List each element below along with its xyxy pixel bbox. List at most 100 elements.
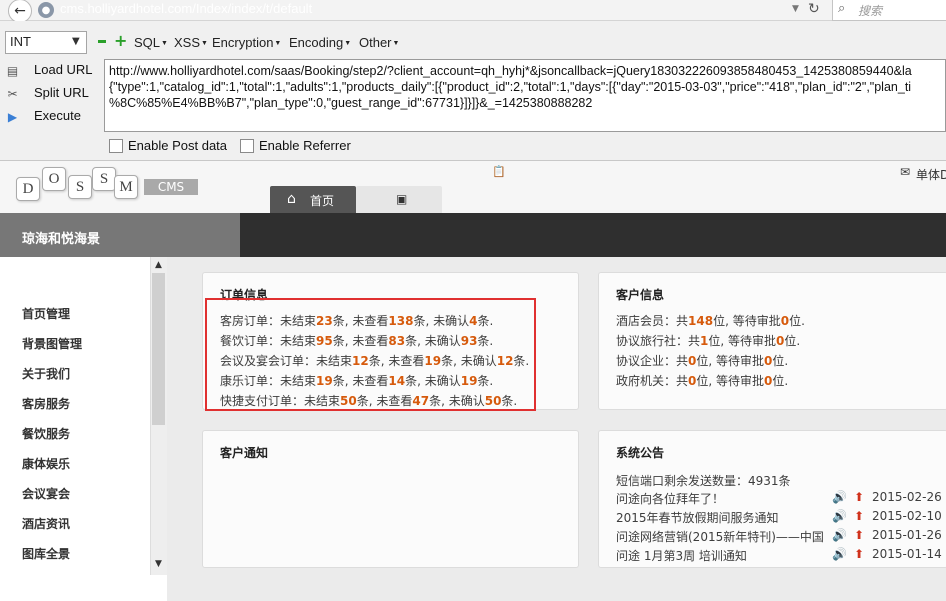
single-hotel-link[interactable]: 单体D — [916, 166, 946, 183]
reload-icon[interactable]: ↻ — [808, 1, 820, 17]
announcement-link[interactable]: 2015年春节放假期间服务通知 — [616, 509, 779, 526]
customer-row: 协议旅行社：共1位, 等待审批0位. — [616, 332, 800, 349]
customer-pending-count: 0 — [780, 314, 790, 328]
search-icon: ⌕ — [838, 1, 846, 16]
customer-row: 协议企业：共0位, 等待审批0位. — [616, 352, 788, 369]
menu-other[interactable]: Other▼ — [359, 35, 399, 50]
announcement-date: 2015-02-26 — [872, 490, 942, 504]
back-button[interactable]: ← — [8, 0, 32, 23]
customer-label: 酒店会员： — [616, 314, 677, 328]
caret-down-icon: ▼ — [392, 40, 400, 48]
customer-text: 位, 等待审批 — [696, 354, 765, 368]
speaker-icon[interactable]: 🔊 — [832, 490, 847, 504]
customer-text: 位. — [784, 334, 801, 348]
enable-post-label: Enable Post data — [128, 138, 228, 153]
monitor-icon: ▣ — [396, 192, 408, 206]
speaker-icon[interactable]: 🔊 — [832, 547, 847, 561]
speaker-icon[interactable]: 🔊 — [832, 509, 847, 523]
sidebar-item-rooms[interactable]: 客房服务 — [22, 395, 70, 412]
customer-text: 共 — [676, 314, 689, 328]
top-arrow-icon[interactable]: ⬆ — [854, 547, 864, 561]
annotation-box — [205, 298, 536, 411]
globe-icon: ● — [38, 2, 54, 18]
enable-referrer-checkbox[interactable] — [240, 139, 254, 153]
customer-text: 位, 等待审批 — [708, 334, 777, 348]
scroll-thumb[interactable] — [152, 273, 165, 425]
dossm-logo: D O S S M — [14, 165, 144, 205]
enable-post-checkbox[interactable] — [109, 139, 123, 153]
customer-row: 政府机关：共0位, 等待审批0位. — [616, 372, 788, 389]
plus-icon[interactable]: + — [114, 31, 127, 50]
customer-label: 协议企业： — [616, 354, 677, 368]
customer-total-count: 148 — [688, 314, 714, 328]
sidebar-item-recreation[interactable]: 康体娱乐 — [22, 455, 70, 472]
payload-line: %8C%85%E4%BB%B7","plan_type":0,"guest_ra… — [109, 96, 593, 110]
customer-text: 共 — [676, 374, 689, 388]
sidebar-item-news[interactable]: 酒店资讯 — [22, 515, 70, 532]
sms-remaining: 短信端口剩余发送数量：4931条 — [616, 474, 791, 488]
mail-icon[interactable]: ✉ — [900, 165, 910, 179]
announcements-title: 系统公告 — [616, 446, 665, 460]
split-url-button[interactable]: Split URL — [34, 85, 89, 100]
caret-down-icon: ▼ — [201, 40, 208, 48]
top-arrow-icon[interactable]: ⬆ — [854, 509, 864, 523]
hotel-title: 琼海和悦海景 — [22, 232, 101, 247]
scroll-up-icon[interactable]: ▲ — [150, 257, 167, 273]
url-input[interactable]: cms.holliyardhotel.com/Index/index/t/def… — [60, 1, 312, 16]
menu-xss[interactable]: XSS▼ — [174, 35, 208, 50]
load-url-button[interactable]: Load URL — [34, 62, 93, 77]
enable-referrer-label: Enable Referrer — [259, 138, 351, 153]
sidebar-item-about[interactable]: 关于我们 — [22, 365, 70, 382]
announcement-date: 2015-01-14 — [872, 547, 942, 561]
load-url-icon[interactable]: ▤ — [5, 63, 20, 78]
cms-badge: CMS — [144, 179, 198, 195]
announcement-link[interactable]: 问途 1月第3周 培训通知 — [616, 547, 747, 564]
announcement-link[interactable]: 问途网络营销(2015新年特刊)——中国 — [616, 528, 824, 545]
customer-label: 政府机关： — [616, 374, 677, 388]
address-dropdown-icon[interactable]: ▼ — [792, 4, 799, 14]
customer-text: 位. — [772, 354, 789, 368]
execute-icon[interactable]: ▶ — [5, 109, 20, 124]
sidebar-item-home[interactable]: 首页管理 — [22, 305, 70, 322]
customer-text: 共 — [676, 354, 689, 368]
customer-row: 酒店会员：共148位, 等待审批0位. — [616, 312, 805, 329]
home-icon: ⌂ — [287, 191, 296, 207]
client-notice-title: 客户通知 — [220, 446, 269, 460]
scroll-down-icon[interactable]: ▼ — [150, 556, 167, 572]
payload-line: http://www.holliyardhotel.com/saas/Booki… — [109, 64, 912, 78]
caret-down-icon: ▼ — [161, 40, 168, 48]
customer-text: 位, 等待审批 — [696, 374, 765, 388]
back-arrow-icon: ← — [14, 3, 26, 19]
sidebar-item-background[interactable]: 背景图管理 — [22, 335, 82, 352]
announcement-link[interactable]: 问途向各位拜年了！ — [616, 490, 724, 507]
customer-text: 位, 等待审批 — [713, 314, 781, 328]
menu-sql[interactable]: SQL▼ — [134, 35, 168, 50]
menu-encryption[interactable]: Encryption▼ — [212, 35, 281, 50]
clipboard-icon[interactable]: 📋 — [492, 165, 506, 178]
sidebar-item-dining[interactable]: 餐饮服务 — [22, 425, 70, 442]
chevron-down-icon[interactable]: ▼ — [72, 36, 80, 47]
announcement-date: 2015-01-26 — [872, 528, 942, 542]
sidebar-item-gallery[interactable]: 图库全景 — [22, 545, 70, 562]
speaker-icon[interactable]: 🔊 — [832, 528, 847, 542]
minus-icon[interactable] — [98, 40, 106, 43]
payload-textarea[interactable]: http://www.holliyardhotel.com/saas/Booki… — [104, 59, 946, 132]
announcement-date: 2015-02-10 — [872, 509, 942, 523]
search-input[interactable] — [832, 0, 946, 21]
customer-text: 位. — [789, 314, 805, 328]
customers-title: 客户信息 — [616, 288, 665, 302]
customer-label: 协议旅行社： — [616, 334, 689, 348]
payload-line: {"type":1,"catalog_id":1,"total":1,"adul… — [109, 80, 912, 94]
execute-button[interactable]: Execute — [34, 108, 81, 123]
caret-down-icon: ▼ — [274, 40, 282, 48]
top-arrow-icon[interactable]: ⬆ — [854, 528, 864, 542]
split-url-icon[interactable]: ✂ — [5, 86, 20, 101]
customer-text: 共 — [688, 334, 701, 348]
search-placeholder: 搜索 — [858, 4, 883, 18]
tab-home-label: 首页 — [310, 194, 335, 208]
top-arrow-icon[interactable]: ⬆ — [854, 490, 864, 504]
menu-encoding[interactable]: Encoding▼ — [289, 35, 351, 50]
customer-text: 位. — [772, 374, 789, 388]
caret-down-icon: ▼ — [344, 40, 352, 48]
sidebar-item-meetings[interactable]: 会议宴会 — [22, 485, 70, 502]
